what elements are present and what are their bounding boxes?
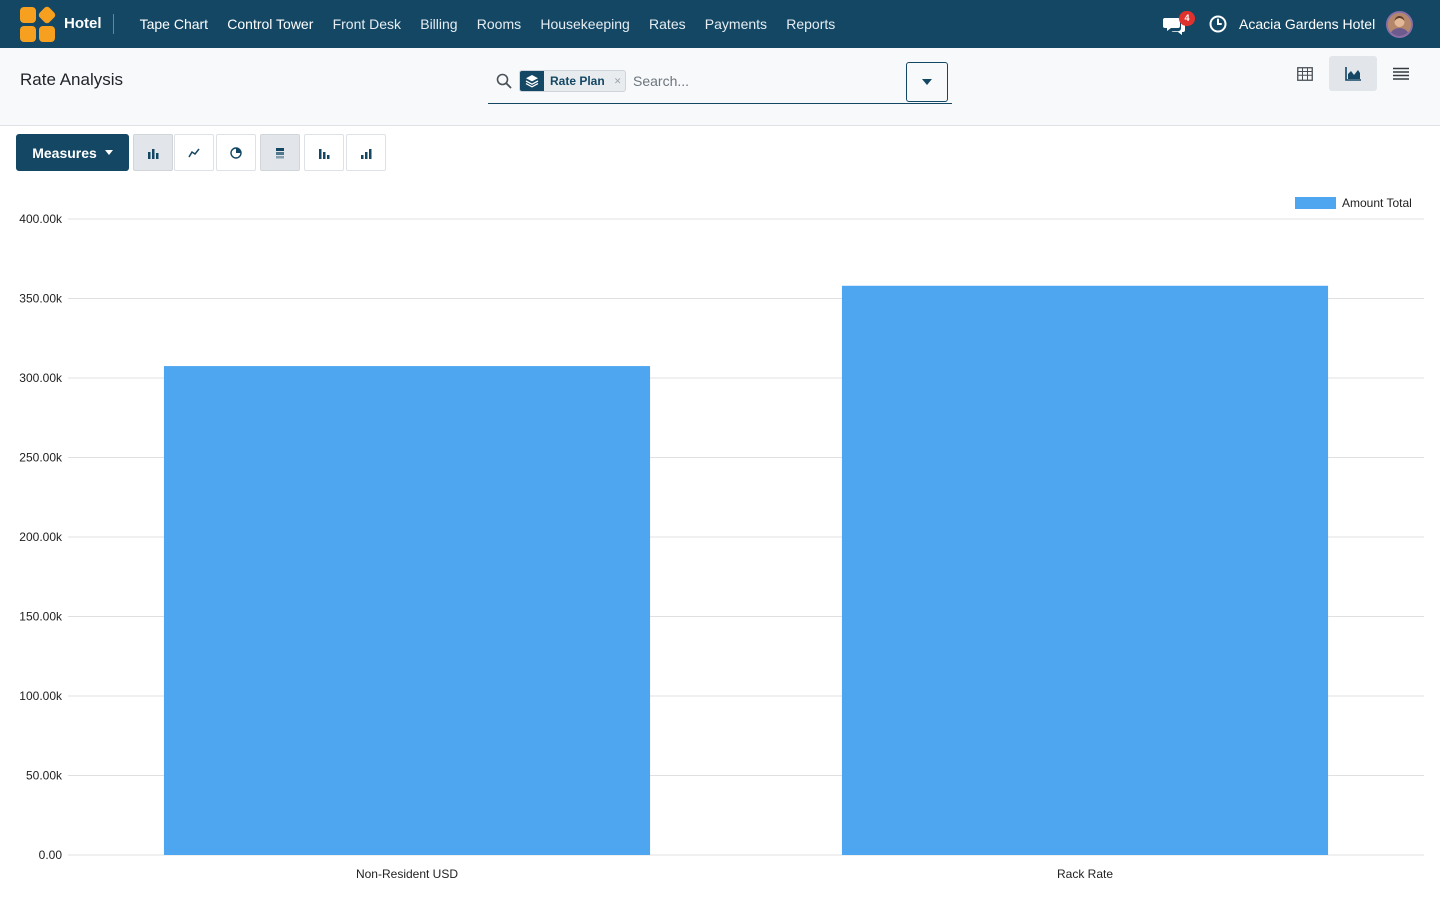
- app-name[interactable]: Hotel: [64, 0, 102, 48]
- line-chart-button[interactable]: [174, 134, 214, 171]
- breadcrumb: Rate Analysis: [20, 70, 123, 89]
- sort-descending-icon: [319, 148, 330, 159]
- caret-down-icon: [104, 150, 113, 155]
- search-bar: Rate Plan ✕: [488, 62, 952, 108]
- facet-label: Rate Plan: [550, 74, 605, 88]
- measures-button[interactable]: Measures: [16, 134, 129, 171]
- pie-chart-button[interactable]: [216, 134, 256, 171]
- ascending-button[interactable]: [346, 134, 386, 171]
- menu-payments[interactable]: Payments: [695, 0, 776, 48]
- descending-button[interactable]: [304, 134, 344, 171]
- y-tick-label: 400.00k: [19, 212, 63, 226]
- y-tick-label: 100.00k: [19, 689, 63, 703]
- table-icon: [1297, 66, 1313, 81]
- pie-chart-icon: [230, 146, 242, 159]
- main-menu: Tape Chart Control Tower Front Desk Bill…: [130, 0, 845, 48]
- bar-chart-icon: [148, 148, 159, 159]
- search-input[interactable]: [633, 70, 903, 92]
- area-chart-icon: [1345, 66, 1361, 81]
- menu-billing[interactable]: Billing: [411, 0, 468, 48]
- y-tick-label: 300.00k: [19, 371, 63, 385]
- company-switcher[interactable]: Acacia Gardens Hotel: [1239, 0, 1375, 48]
- bar[interactable]: [163, 366, 651, 855]
- list-view-button[interactable]: [1377, 56, 1425, 91]
- sort-ascending-icon: [361, 148, 372, 159]
- line-chart-icon: [188, 148, 200, 157]
- menu-rates[interactable]: Rates: [639, 0, 695, 48]
- x-tick-label: Rack Rate: [1057, 867, 1113, 881]
- menu-rooms[interactable]: Rooms: [467, 0, 531, 48]
- stacked-button[interactable]: [260, 134, 300, 171]
- y-tick-label: 50.00k: [26, 769, 63, 783]
- bar-chart: 0.00 50.00k 100.00k 150.00k 200.00k 250.00k 30…: [19, 212, 1424, 881]
- measures-label: Measures: [32, 144, 97, 161]
- facet-remove-icon[interactable]: ✕: [611, 71, 625, 91]
- top-navbar: Hotel Tape Chart Control Tower Front Des…: [0, 0, 1440, 48]
- menu-front-desk[interactable]: Front Desk: [323, 0, 411, 48]
- pivot-view-button[interactable]: [1281, 56, 1329, 91]
- menu-reports[interactable]: Reports: [777, 0, 845, 48]
- search-facet[interactable]: Rate Plan ✕: [519, 70, 626, 92]
- clock-icon[interactable]: [1208, 14, 1228, 34]
- y-tick-label: 250.00k: [19, 451, 63, 465]
- y-tick-label: 200.00k: [19, 530, 63, 544]
- app-logo-icon[interactable]: [20, 5, 57, 43]
- notification-badge: 4: [1179, 11, 1195, 26]
- search-icon: [496, 73, 512, 89]
- caret-down-icon: [922, 79, 932, 85]
- search-underline: [488, 103, 952, 104]
- graph-view-button[interactable]: [1329, 56, 1377, 91]
- nav-divider: [113, 14, 114, 34]
- y-tick-label: 150.00k: [19, 610, 63, 624]
- bar[interactable]: [841, 285, 1329, 855]
- menu-housekeeping[interactable]: Housekeeping: [531, 0, 640, 48]
- stacked-icon: [276, 147, 284, 158]
- user-avatar[interactable]: [1386, 11, 1413, 38]
- x-tick-label: Non-Resident USD: [356, 867, 458, 881]
- y-tick-label: 350.00k: [19, 292, 63, 306]
- layers-icon: [520, 71, 544, 91]
- control-panel: Rate Analysis Rate Plan ✕: [0, 48, 1440, 126]
- list-icon: [1393, 67, 1409, 80]
- menu-control-tower[interactable]: Control Tower: [218, 0, 323, 48]
- bar-chart-button[interactable]: [133, 134, 173, 171]
- y-tick-label: 0.00: [39, 848, 63, 862]
- menu-tape-chart[interactable]: Tape Chart: [130, 0, 218, 48]
- search-options-toggle[interactable]: [906, 62, 948, 102]
